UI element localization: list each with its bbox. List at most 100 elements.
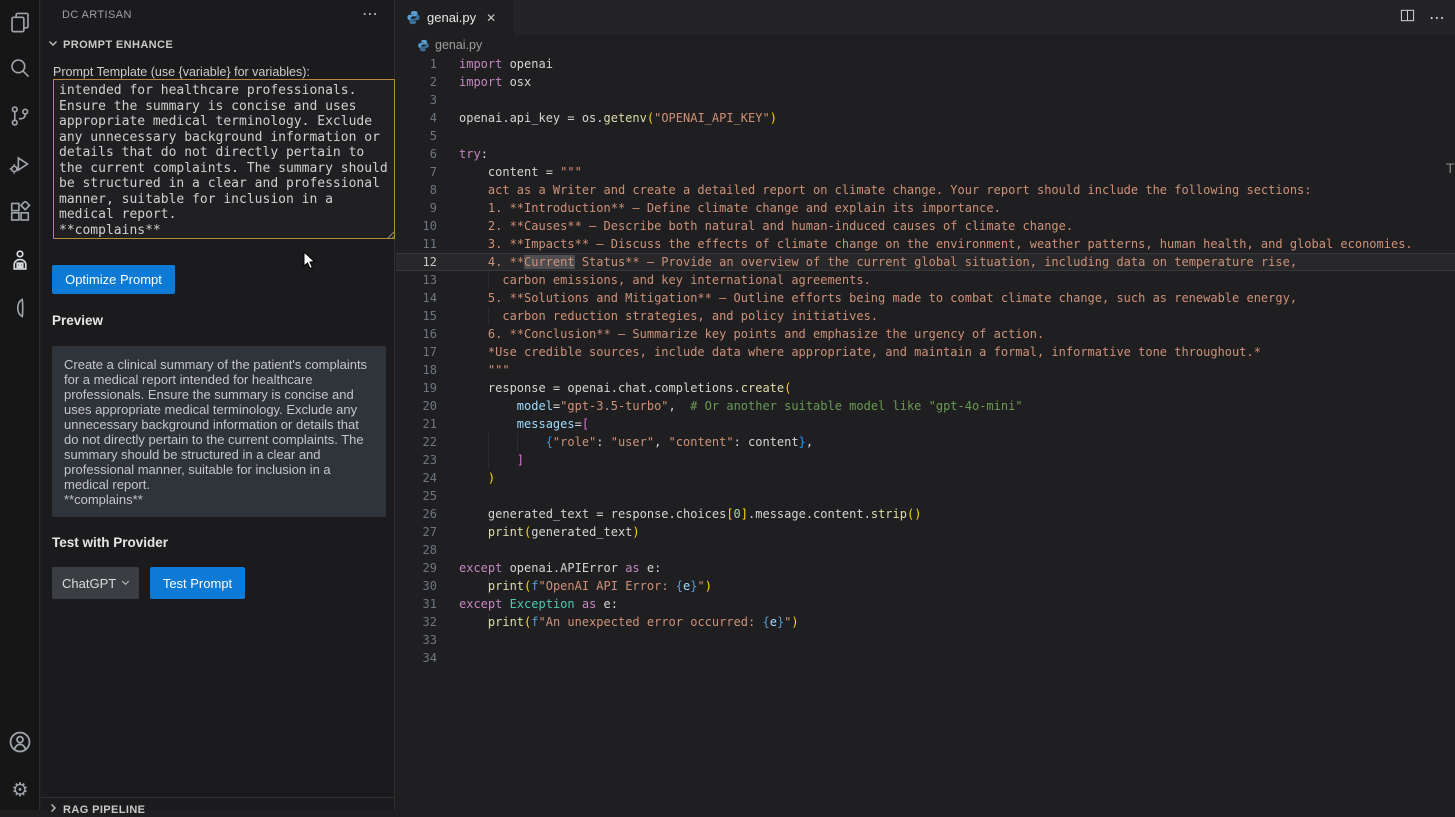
indent-guide	[488, 451, 489, 469]
line-number: 14	[396, 289, 437, 307]
line-number: 33	[396, 631, 437, 649]
line-number: 1	[396, 55, 437, 73]
code-line[interactable]: 11 3. **Impacts** — Discuss the effects …	[396, 235, 1455, 253]
line-number: 19	[396, 379, 437, 397]
line-number: 5	[396, 127, 437, 145]
line-number: 31	[396, 595, 437, 613]
code-line[interactable]: 25	[396, 487, 1455, 505]
code-line[interactable]: 7 content = """	[396, 163, 1455, 181]
code-line[interactable]: 28	[396, 541, 1455, 559]
line-number: 26	[396, 505, 437, 523]
search-icon[interactable]	[0, 48, 40, 88]
tab-label: genai.py	[427, 10, 476, 25]
line-number: 6	[396, 145, 437, 163]
line-number: 18	[396, 361, 437, 379]
preview-output: Create a clinical summary of the patient…	[52, 346, 386, 517]
python-icon	[406, 10, 421, 25]
code-line[interactable]: 22 {"role": "user", "content": content},	[396, 433, 1455, 451]
line-number: 11	[396, 235, 437, 253]
editor-more-icon[interactable]: ⋯	[1429, 8, 1445, 27]
activity-bar: ⚙	[0, 0, 40, 810]
line-number: 34	[396, 649, 437, 667]
prompt-template-input[interactable]: intended for healthcare professionals. E…	[53, 79, 395, 239]
python-icon	[417, 39, 430, 52]
line-number: 24	[396, 469, 437, 487]
indent-guide	[488, 577, 489, 595]
code-line[interactable]: 29except openai.APIError as e:	[396, 559, 1455, 577]
code-line[interactable]: 19 response = openai.chat.completions.cr…	[396, 379, 1455, 397]
line-number: 12	[396, 253, 437, 271]
code-line[interactable]: 4openai.api_key = os.getenv("OPENAI_API_…	[396, 109, 1455, 127]
code-line[interactable]: 27 print(generated_text)	[396, 523, 1455, 541]
code-line[interactable]: 12 4. **Current Status** — Provide an ov…	[396, 253, 1455, 271]
line-number: 21	[396, 415, 437, 433]
source-control-icon[interactable]	[0, 96, 40, 136]
chevron-down-icon	[120, 576, 131, 591]
preview-heading: Preview	[52, 313, 103, 328]
code-line[interactable]: 10 2. **Causes** — Describe both natural…	[396, 217, 1455, 235]
code-line[interactable]: 26 generated_text = response.choices[0].…	[396, 505, 1455, 523]
code-line[interactable]: 3	[396, 91, 1455, 109]
provider-heading: Test with Provider	[52, 535, 168, 550]
settings-gear-icon[interactable]: ⚙	[0, 770, 40, 810]
scroll-overflow-char: T	[1446, 160, 1455, 176]
code-area[interactable]: 1import openai2import osx34openai.api_ke…	[396, 55, 1455, 667]
explorer-icon[interactable]	[0, 2, 40, 42]
account-icon[interactable]	[0, 722, 40, 762]
code-line[interactable]: 1import openai	[396, 55, 1455, 73]
code-line[interactable]: 8 act as a Writer and create a detailed …	[396, 181, 1455, 199]
editor-group: genai.py ✕ ⋯ genai.py 1import openai2imp…	[396, 0, 1455, 810]
code-line[interactable]: 18 """	[396, 361, 1455, 379]
code-line[interactable]: 9 1. **Introduction** — Define climate c…	[396, 199, 1455, 217]
code-line[interactable]: 34	[396, 649, 1455, 667]
line-number: 13	[396, 271, 437, 289]
indent-guide	[488, 433, 489, 451]
line-number: 17	[396, 343, 437, 361]
line-number: 2	[396, 73, 437, 91]
code-line[interactable]: 2import osx	[396, 73, 1455, 91]
line-number: 3	[396, 91, 437, 109]
provider-dropdown[interactable]: ChatGPT	[52, 567, 139, 599]
code-line[interactable]: 33	[396, 631, 1455, 649]
secondary-tool-icon[interactable]	[0, 288, 40, 328]
line-number: 25	[396, 487, 437, 505]
code-line[interactable]: 24 )	[396, 469, 1455, 487]
code-line[interactable]: 16 6. **Conclusion** — Summarize key poi…	[396, 325, 1455, 343]
code-line[interactable]: 14 5. **Solutions and Mitigation** — Out…	[396, 289, 1455, 307]
line-number: 23	[396, 451, 437, 469]
line-number: 28	[396, 541, 437, 559]
rag-pipeline-footer: RAG PIPELINE	[41, 797, 395, 810]
code-line[interactable]: 32 print(f"An unexpected error occurred:…	[396, 613, 1455, 631]
code-line[interactable]: 23 ]	[396, 451, 1455, 469]
test-prompt-button[interactable]: Test Prompt	[150, 567, 245, 599]
code-line[interactable]: 5	[396, 127, 1455, 145]
run-debug-icon[interactable]	[0, 144, 40, 184]
code-line[interactable]: 31except Exception as e:	[396, 595, 1455, 613]
code-line[interactable]: 21 messages=[	[396, 415, 1455, 433]
line-number: 32	[396, 613, 437, 631]
split-editor-icon[interactable]	[1400, 8, 1415, 28]
breadcrumb[interactable]: genai.py	[396, 35, 482, 55]
tab-genai-py[interactable]: genai.py ✕	[396, 0, 513, 35]
code-line[interactable]: 13 carbon emissions, and key internation…	[396, 271, 1455, 289]
code-line[interactable]: 6try:	[396, 145, 1455, 163]
line-number: 30	[396, 577, 437, 595]
code-line[interactable]: 30 print(f"OpenAI API Error: {e}")	[396, 577, 1455, 595]
extensions-icon[interactable]	[0, 192, 40, 232]
dc-artisan-icon[interactable]	[0, 240, 40, 280]
panel-more-icon[interactable]: ⋯	[362, 4, 378, 23]
code-line[interactable]: 15 carbon reduction strategies, and poli…	[396, 307, 1455, 325]
provider-dropdown-value: ChatGPT	[62, 576, 116, 591]
prompt-template-label: Prompt Template (use {variable} for vari…	[53, 65, 310, 79]
line-number: 29	[396, 559, 437, 577]
code-line[interactable]: 20 model="gpt-3.5-turbo", # Or another s…	[396, 397, 1455, 415]
breadcrumb-file[interactable]: genai.py	[435, 38, 482, 52]
tab-close-icon[interactable]: ✕	[486, 11, 496, 25]
section-prompt-enhance[interactable]: PROMPT ENHANCE	[47, 37, 173, 52]
indent-guide	[488, 307, 489, 325]
line-number: 10	[396, 217, 437, 235]
indent-guide	[488, 613, 489, 631]
optimize-prompt-button[interactable]: Optimize Prompt	[52, 265, 175, 294]
line-number: 22	[396, 433, 437, 451]
code-line[interactable]: 17 *Use credible sources, include data w…	[396, 343, 1455, 361]
